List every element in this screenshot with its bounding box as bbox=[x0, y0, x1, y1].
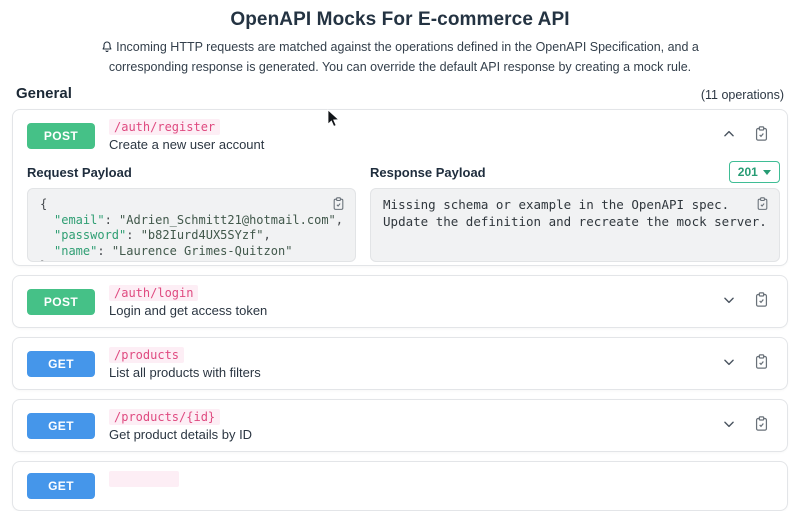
chevron-down-icon bbox=[722, 417, 736, 434]
method-badge: GET bbox=[27, 350, 95, 377]
operation-card-products-id: GET /products/{id} Get product details b… bbox=[12, 399, 788, 452]
operation-header[interactable]: GET /products/{id} Get product details b… bbox=[13, 400, 787, 451]
operations-list: POST /auth/register Create a new user ac… bbox=[0, 109, 800, 511]
operation-path: /auth/login bbox=[109, 285, 199, 301]
request-panel: Request Payload { "email": "Adrien_Schmi… bbox=[27, 159, 357, 262]
app-description-text: Incoming HTTP requests are matched again… bbox=[108, 40, 699, 74]
bell-icon bbox=[101, 40, 113, 58]
app-header: OpenAPI Mocks For E-commerce API Incomin… bbox=[0, 0, 800, 76]
caret-down-icon bbox=[762, 169, 771, 175]
operation-path: /products bbox=[109, 347, 185, 363]
payload-panels: Request Payload { "email": "Adrien_Schmi… bbox=[13, 159, 787, 265]
response-message-line: Missing schema or example in the OpenAPI… bbox=[383, 197, 730, 212]
status-code-dropdown[interactable]: 201 bbox=[728, 161, 780, 183]
status-code-value: 201 bbox=[737, 165, 758, 179]
copy-operation-button[interactable] bbox=[754, 354, 769, 373]
operation-header[interactable]: POST /auth/register Create a new user ac… bbox=[13, 110, 787, 161]
operations-count: (11 operations) bbox=[700, 88, 784, 102]
operation-header[interactable]: GET bbox=[13, 462, 787, 510]
operation-path: /auth/register bbox=[109, 119, 221, 135]
request-payload-editor[interactable]: { "email": "Adrien_Schmitt21@hotmail.com… bbox=[27, 188, 357, 262]
copy-operation-button[interactable] bbox=[754, 416, 769, 435]
response-message-line: Update the definition and recreate the m… bbox=[383, 213, 767, 229]
operation-card-partial: GET bbox=[12, 461, 788, 511]
chevron-down-icon bbox=[722, 355, 736, 372]
operation-card-products: GET /products List all products with fil… bbox=[12, 337, 788, 390]
response-panel: Response Payload 201 Missing schema or e… bbox=[370, 159, 780, 262]
chevron-down-icon bbox=[722, 293, 736, 310]
clipboard-check-icon bbox=[754, 126, 769, 145]
chevron-up-icon bbox=[722, 127, 736, 144]
clipboard-check-icon bbox=[754, 292, 769, 311]
method-badge: POST bbox=[27, 288, 95, 315]
operation-path: /products/{id} bbox=[109, 409, 221, 425]
page-title: OpenAPI Mocks For E-commerce API bbox=[230, 9, 570, 30]
copy-response-button[interactable] bbox=[756, 197, 769, 214]
clipboard-check-icon bbox=[756, 197, 769, 214]
operation-path bbox=[109, 471, 179, 487]
operation-card-auth-register: POST /auth/register Create a new user ac… bbox=[12, 109, 788, 266]
response-payload-editor[interactable]: Missing schema or example in the OpenAPI… bbox=[370, 188, 780, 262]
expand-button[interactable] bbox=[722, 293, 736, 310]
operation-card-auth-login: POST /auth/login Login and get access to… bbox=[12, 275, 788, 328]
response-payload-label: Response Payload bbox=[370, 164, 486, 180]
request-payload-label: Request Payload bbox=[27, 164, 132, 180]
copy-request-button[interactable] bbox=[332, 197, 345, 214]
clipboard-check-icon bbox=[754, 354, 769, 373]
operation-description: Login and get access token bbox=[109, 303, 268, 318]
operation-description: Create a new user account bbox=[109, 137, 265, 152]
section-title: General bbox=[16, 85, 72, 102]
method-badge: GET bbox=[27, 473, 95, 499]
clipboard-check-icon bbox=[332, 197, 345, 214]
operation-description: List all products with filters bbox=[109, 365, 261, 380]
collapse-button[interactable] bbox=[722, 127, 736, 144]
expand-button[interactable] bbox=[722, 417, 736, 434]
app-description: Incoming HTTP requests are matched again… bbox=[96, 38, 704, 76]
operation-description: Get product details by ID bbox=[109, 427, 253, 442]
method-badge: POST bbox=[27, 122, 95, 149]
operation-header[interactable]: GET /products List all products with fil… bbox=[13, 338, 787, 389]
copy-operation-button[interactable] bbox=[754, 292, 769, 311]
section-header: General (11 operations) bbox=[0, 76, 800, 109]
expand-button[interactable] bbox=[722, 355, 736, 372]
copy-operation-button[interactable] bbox=[754, 126, 769, 145]
method-badge: GET bbox=[27, 412, 95, 439]
clipboard-check-icon bbox=[754, 416, 769, 435]
operation-header[interactable]: POST /auth/login Login and get access to… bbox=[13, 276, 787, 327]
